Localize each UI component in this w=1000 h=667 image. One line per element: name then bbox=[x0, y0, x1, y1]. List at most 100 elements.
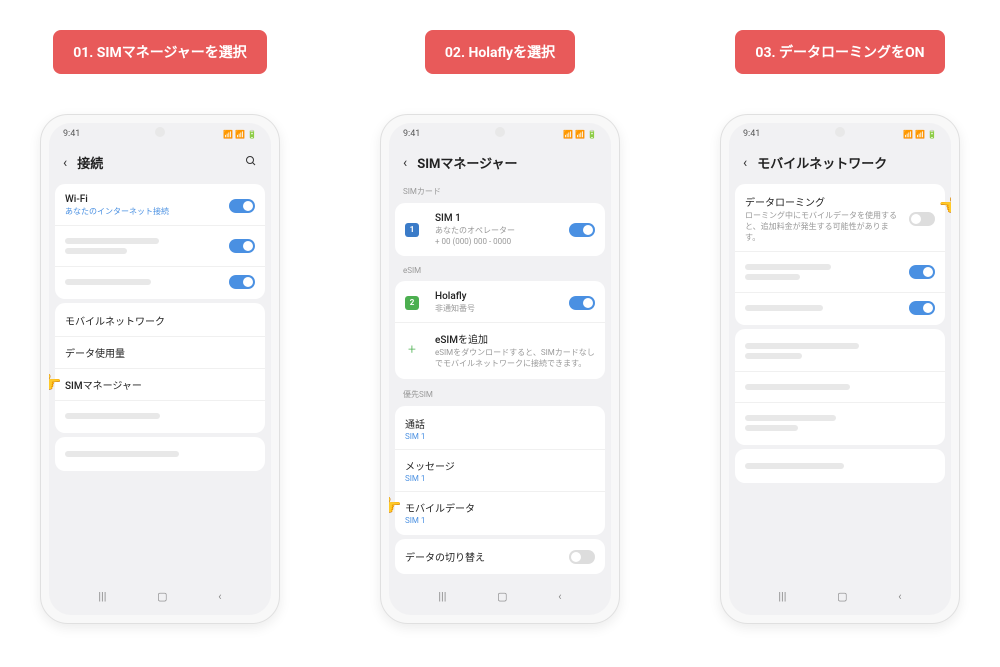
call-title: 通話 bbox=[405, 416, 595, 431]
content: データローミング ローミング中にモバイルデータを使用すると、追加料金が発生する可… bbox=[729, 180, 951, 578]
page-title: SIMマネージャー bbox=[417, 153, 597, 172]
add-esim-title: eSIMを追加 bbox=[435, 331, 595, 346]
placeholder-row[interactable] bbox=[735, 292, 945, 323]
add-esim-row[interactable]: + eSIMを追加 eSIMをダウンロードすると、SIMカードなしでモバイルネッ… bbox=[395, 322, 605, 377]
wifi-label: Wi-Fi bbox=[65, 194, 221, 205]
holafly-badge-icon: 2 bbox=[405, 296, 419, 310]
statusbar-time: 9:41 bbox=[403, 129, 420, 139]
roaming-title: データローミング bbox=[745, 194, 901, 209]
holafly-name: Holafly bbox=[435, 291, 561, 302]
toggle[interactable] bbox=[909, 301, 935, 315]
search-icon[interactable] bbox=[245, 155, 257, 170]
placeholder-row[interactable] bbox=[55, 266, 265, 297]
mobile-network-row[interactable]: モバイルネットワーク bbox=[55, 305, 265, 336]
sim-manager-row[interactable]: 👉 SIMマネージャー bbox=[55, 368, 265, 400]
holafly-toggle[interactable] bbox=[569, 296, 595, 310]
message-sub: SIM 1 bbox=[405, 474, 595, 483]
data-usage-label: データ使用量 bbox=[65, 345, 125, 360]
add-esim-sub: eSIMをダウンロードすると、SIMカードなしでモバイルネットワークに接続できま… bbox=[435, 347, 595, 369]
sim1-toggle[interactable] bbox=[569, 223, 595, 237]
page-title: モバイルネットワーク bbox=[757, 153, 937, 172]
data-switch-label: データの切り替え bbox=[405, 549, 485, 564]
data-usage-row[interactable]: データ使用量 bbox=[55, 336, 265, 368]
header: ‹ SIMマネージャー bbox=[389, 145, 611, 180]
data-switch-toggle[interactable] bbox=[569, 550, 595, 564]
statusbar-icons: 📶 📶 🔋 bbox=[563, 130, 597, 139]
data-roaming-row[interactable]: データローミング ローミング中にモバイルデータを使用すると、追加料金が発生する可… bbox=[735, 186, 945, 251]
step-3: 03. データローミングをON 9:41 📶 📶 🔋 ‹ モバイルネットワーク … bbox=[720, 30, 960, 624]
wifi-toggle[interactable] bbox=[229, 199, 255, 213]
step-badge-1: 01. SIMマネージャーを選択 bbox=[53, 30, 267, 74]
back-icon[interactable]: ‹ bbox=[63, 155, 67, 171]
nav-back-icon[interactable]: ‹ bbox=[546, 586, 573, 607]
section-esim: eSIM bbox=[389, 260, 611, 277]
wifi-sub: あなたのインターネット接続 bbox=[65, 206, 221, 217]
placeholder-row[interactable] bbox=[55, 225, 265, 266]
phone-1: 9:41 📶 📶 🔋 ‹ 接続 Wi-Fi あなたのインターネット接続 bbox=[40, 114, 280, 624]
mobile-data-sub: SIM 1 bbox=[405, 516, 595, 525]
placeholder-row[interactable] bbox=[735, 331, 945, 371]
pointer-icon: 👉 bbox=[389, 496, 401, 517]
message-row[interactable]: メッセージ SIM 1 bbox=[395, 449, 605, 491]
page-title: 接続 bbox=[77, 153, 235, 172]
section-simcard: SIMカード bbox=[389, 180, 611, 199]
header: ‹ モバイルネットワーク bbox=[729, 145, 951, 180]
wifi-row[interactable]: Wi-Fi あなたのインターネット接続 bbox=[55, 186, 265, 225]
plus-icon: + bbox=[405, 343, 419, 357]
phone-notch bbox=[155, 127, 165, 137]
nav-recent-icon[interactable]: ||| bbox=[766, 586, 798, 607]
data-switch-row[interactable]: データの切り替え bbox=[395, 541, 605, 572]
statusbar-icons: 📶 📶 🔋 bbox=[223, 130, 257, 139]
nav-home-icon[interactable]: ▢ bbox=[485, 586, 519, 607]
message-title: メッセージ bbox=[405, 458, 595, 473]
holafly-sub: 非通知番号 bbox=[435, 303, 561, 314]
placeholder-row[interactable] bbox=[735, 451, 945, 481]
sim1-badge-icon: 1 bbox=[405, 223, 419, 237]
mobile-data-title: モバイルデータ bbox=[405, 500, 595, 515]
nav-recent-icon[interactable]: ||| bbox=[86, 586, 118, 607]
nav-recent-icon[interactable]: ||| bbox=[426, 586, 458, 607]
phone-notch bbox=[495, 127, 505, 137]
phone-notch bbox=[835, 127, 845, 137]
toggle[interactable] bbox=[909, 265, 935, 279]
header: ‹ 接続 bbox=[49, 145, 271, 180]
holafly-row[interactable]: 2 Holafly 非通知番号 bbox=[395, 283, 605, 322]
toggle[interactable] bbox=[229, 275, 255, 289]
placeholder-row[interactable] bbox=[55, 400, 265, 431]
step-1: 01. SIMマネージャーを選択 9:41 📶 📶 🔋 ‹ 接続 Wi-Fi bbox=[40, 30, 280, 624]
back-icon[interactable]: ‹ bbox=[403, 155, 407, 171]
navbar: ||| ▢ ‹ bbox=[729, 578, 951, 615]
statusbar-icons: 📶 📶 🔋 bbox=[903, 130, 937, 139]
statusbar-time: 9:41 bbox=[63, 129, 80, 139]
phone-3: 9:41 📶 📶 🔋 ‹ モバイルネットワーク データローミング ローミング中に… bbox=[720, 114, 960, 624]
call-row[interactable]: 通話 SIM 1 bbox=[395, 408, 605, 449]
placeholder-row[interactable] bbox=[735, 371, 945, 402]
section-preferred: 優先SIM bbox=[389, 383, 611, 402]
step-badge-2: 02. Holaflyを選択 bbox=[425, 30, 575, 74]
content: Wi-Fi あなたのインターネット接続 bbox=[49, 180, 271, 578]
step-badge-3: 03. データローミングをON bbox=[735, 30, 944, 74]
back-icon[interactable]: ‹ bbox=[743, 155, 747, 171]
sim-manager-label: SIMマネージャー bbox=[65, 377, 142, 392]
content: SIMカード 1 SIM 1 あなたのオペレーター + 00 (000) 000… bbox=[389, 180, 611, 578]
placeholder-row[interactable] bbox=[735, 251, 945, 292]
sim1-number: + 00 (000) 000 - 0000 bbox=[435, 237, 561, 246]
phone-2: 9:41 📶 📶 🔋 ‹ SIMマネージャー SIMカード 1 SIM 1 あな… bbox=[380, 114, 620, 624]
nav-back-icon[interactable]: ‹ bbox=[206, 586, 233, 607]
pointer-icon: 👈 bbox=[939, 196, 951, 217]
roaming-sub: ローミング中にモバイルデータを使用すると、追加料金が発生する可能性があります。 bbox=[745, 210, 901, 243]
navbar: ||| ▢ ‹ bbox=[389, 578, 611, 615]
roaming-toggle[interactable] bbox=[909, 212, 935, 226]
nav-home-icon[interactable]: ▢ bbox=[145, 586, 179, 607]
placeholder-row[interactable] bbox=[55, 439, 265, 469]
nav-home-icon[interactable]: ▢ bbox=[825, 586, 859, 607]
mobile-data-row[interactable]: 👉 モバイルデータ SIM 1 bbox=[395, 491, 605, 533]
sim1-row[interactable]: 1 SIM 1 あなたのオペレーター + 00 (000) 000 - 0000 bbox=[395, 205, 605, 254]
mobile-network-label: モバイルネットワーク bbox=[65, 313, 165, 328]
nav-back-icon[interactable]: ‹ bbox=[886, 586, 913, 607]
placeholder-row[interactable] bbox=[735, 402, 945, 443]
toggle[interactable] bbox=[229, 239, 255, 253]
sim1-name: SIM 1 bbox=[435, 213, 561, 224]
step-2: 02. Holaflyを選択 9:41 📶 📶 🔋 ‹ SIMマネージャー SI… bbox=[380, 30, 620, 624]
sim1-operator: あなたのオペレーター bbox=[435, 225, 561, 236]
